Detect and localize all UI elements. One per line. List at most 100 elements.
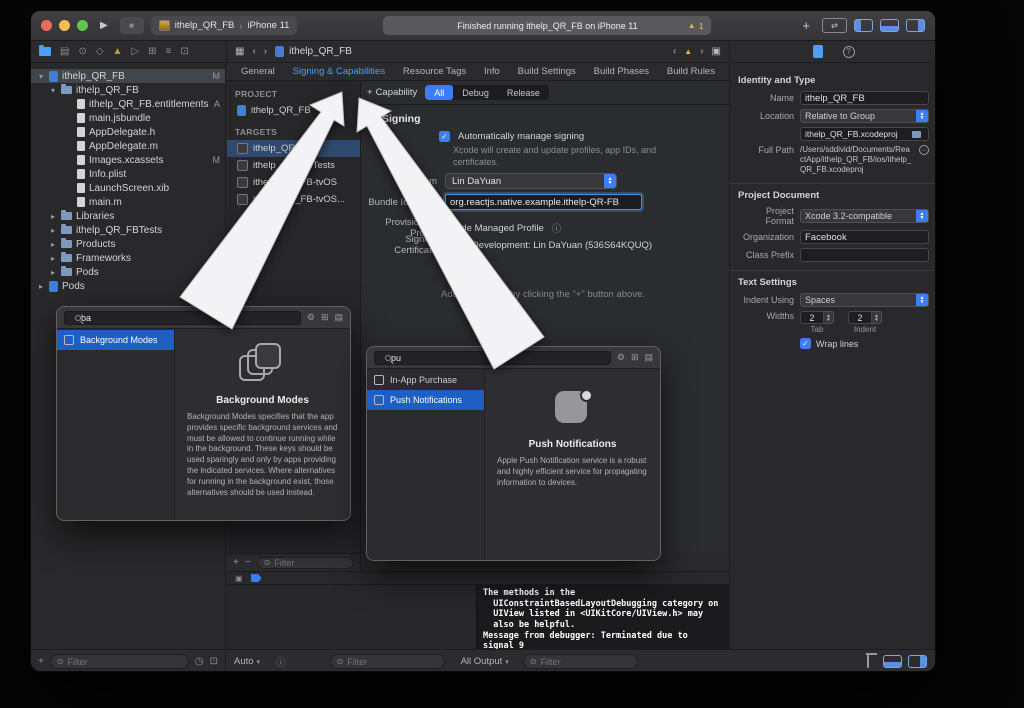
source-control-status-icon[interactable]: ⊡ xyxy=(210,656,218,667)
project-row[interactable]: ithelp_QR_FB xyxy=(227,102,360,119)
gear-icon[interactable]: ⚙ xyxy=(617,352,625,363)
signing-section-header[interactable]: ▾ Signing xyxy=(373,113,421,125)
folder-icon[interactable] xyxy=(912,130,921,138)
disclosure-open-icon[interactable]: ▾ xyxy=(37,72,45,81)
target-row[interactable]: ithelp_QR_FBTests xyxy=(227,157,360,174)
jumpbar-item[interactable]: ithelp_QR_FB xyxy=(275,46,352,57)
tree-row-folder[interactable]: ▸ Products xyxy=(31,237,225,251)
project-format-dropdown[interactable]: Xcode 3.2-compatible ▲ ▼ xyxy=(800,209,929,223)
project-navigator-icon[interactable] xyxy=(39,45,51,56)
capability-search-input[interactable] xyxy=(64,310,301,325)
info-icon[interactable]: ⓘ xyxy=(552,221,562,235)
location-dropdown[interactable]: Relative to Group ▲ ▼ xyxy=(800,109,929,123)
test-navigator-icon[interactable]: ▷ xyxy=(131,46,139,57)
tab-width-stepper[interactable]: 2 ▲ ▼ xyxy=(800,311,834,324)
disclosure-closed-icon[interactable]: ▸ xyxy=(49,240,57,249)
grid-view-icon[interactable]: ⊞ xyxy=(321,312,329,323)
navigator-filter-field[interactable]: ⊙ xyxy=(49,654,189,669)
tree-row-file[interactable]: AppDelegate.m xyxy=(31,139,225,153)
segment-debug[interactable]: Debug xyxy=(453,85,498,100)
toggle-console-view-button[interactable] xyxy=(908,655,927,668)
tab-build-rules[interactable]: Build Rules xyxy=(667,66,715,77)
prev-issue-button[interactable]: ‹ xyxy=(673,46,676,57)
issue-navigator-icon[interactable]: ▲ xyxy=(113,46,123,57)
team-dropdown[interactable]: Lin DaYuan ▲ ▼ xyxy=(445,173,617,189)
toggle-variables-view-button[interactable] xyxy=(883,655,902,668)
editor-arrows-icon[interactable]: ⇄ xyxy=(822,18,847,33)
tree-row-file[interactable]: AppDelegate.h xyxy=(31,125,225,139)
target-row[interactable]: ithelp_QR_FB-tvOS... xyxy=(227,191,360,208)
quick-help-icon[interactable]: ? xyxy=(842,45,855,58)
disclosure-closed-icon[interactable]: ▸ xyxy=(49,226,57,235)
tree-row-file[interactable]: main.m xyxy=(31,195,225,209)
editor-options-icon[interactable]: ▣ xyxy=(712,46,721,57)
capability-search-input[interactable] xyxy=(374,350,611,365)
tree-row-folder[interactable]: ▾ ithelp_QR_FB xyxy=(31,83,225,97)
forward-button[interactable]: › xyxy=(264,46,267,57)
console-output[interactable]: The methods in the UIConstraintBasedLayo… xyxy=(476,585,729,649)
toggle-navigator-button[interactable] xyxy=(854,19,873,32)
organization-field[interactable]: Facebook xyxy=(800,230,929,244)
toggle-debug-area-button[interactable] xyxy=(880,19,899,32)
target-row[interactable]: ithelp_QR_FB-tvOS xyxy=(227,174,360,191)
tab-build-settings[interactable]: Build Settings xyxy=(518,66,576,77)
disclosure-closed-icon[interactable]: ▸ xyxy=(49,254,57,263)
stop-button[interactable]: ■ xyxy=(119,17,144,34)
capability-item-in-app-purchase[interactable]: In-App Purchase xyxy=(367,370,484,390)
add-capability-button[interactable]: + Capability xyxy=(367,87,417,98)
console-filter-field[interactable]: ⊙ xyxy=(522,654,638,669)
tree-row-file[interactable]: ithelp_QR_FB.entitlements A xyxy=(31,97,225,111)
project-file-field[interactable]: ithelp_QR_FB.xcodeproj xyxy=(800,127,929,141)
report-navigator-icon[interactable]: ⊡ xyxy=(180,46,188,57)
debug-toggle-icon[interactable]: ▣ xyxy=(235,574,243,583)
remove-target-button[interactable]: − xyxy=(245,557,251,568)
variables-filter-field[interactable]: ⊙ xyxy=(329,654,445,669)
minimize-window-button[interactable] xyxy=(59,20,70,31)
tree-row-folder[interactable]: ▸ ithelp_QR_FBTests xyxy=(31,223,225,237)
tab-info[interactable]: Info xyxy=(484,66,500,77)
breakpoint-navigator-icon[interactable]: ≡ xyxy=(166,46,172,57)
capability-item-background-modes[interactable]: Background Modes xyxy=(57,330,174,350)
list-view-icon[interactable]: ▤ xyxy=(334,312,343,323)
add-target-button[interactable]: + xyxy=(233,557,239,568)
indent-using-dropdown[interactable]: Spaces ▲ ▼ xyxy=(800,293,929,307)
tree-row-folder[interactable]: ▸ Libraries xyxy=(31,209,225,223)
warning-badge[interactable]: ▲ 1 xyxy=(688,21,704,31)
symbol-navigator-icon[interactable]: ⊙ xyxy=(78,46,86,57)
tab-general[interactable]: General xyxy=(241,66,275,77)
bundle-id-input[interactable] xyxy=(445,194,642,210)
tree-row-file[interactable]: LaunchScreen.xib xyxy=(31,181,225,195)
tree-row-file[interactable]: main.jsbundle xyxy=(31,111,225,125)
wrap-lines-checkbox[interactable]: ✓ xyxy=(800,338,811,349)
clear-console-button[interactable] xyxy=(867,655,869,668)
tree-row-file[interactable]: Images.xcassets M xyxy=(31,153,225,167)
close-window-button[interactable] xyxy=(41,20,52,31)
disclosure-closed-icon[interactable]: ▸ xyxy=(49,212,57,221)
console-output-dropdown[interactable]: All Output ▾ xyxy=(461,656,509,667)
variables-filter-input[interactable] xyxy=(347,656,438,667)
next-issue-button[interactable]: › xyxy=(700,46,703,57)
tree-row-folder[interactable]: ▸ Pods xyxy=(31,265,225,279)
tree-row-pods-project[interactable]: ▸ Pods xyxy=(31,279,225,293)
tree-row-project-root[interactable]: ▾ ithelp_QR_FB M xyxy=(31,69,225,83)
console-filter-input[interactable] xyxy=(540,656,631,667)
add-editor-button[interactable]: + xyxy=(797,18,815,34)
disclosure-closed-icon[interactable]: ▸ xyxy=(37,282,45,291)
segment-all[interactable]: All xyxy=(425,85,454,100)
recent-files-icon[interactable]: ◷ xyxy=(195,656,204,667)
variables-info-icon[interactable]: ⓘ xyxy=(276,655,286,669)
tab-signing-capabilities[interactable]: Signing & Capabilities xyxy=(293,66,385,77)
toggle-inspector-button[interactable] xyxy=(906,19,925,32)
tab-build-phases[interactable]: Build Phases xyxy=(594,66,649,77)
editor-grid-icon[interactable]: ▦ xyxy=(235,46,244,57)
indent-width-stepper[interactable]: 2 ▲ ▼ xyxy=(848,311,882,324)
disclosure-closed-icon[interactable]: ▸ xyxy=(49,268,57,277)
debug-navigator-icon[interactable]: ⊞ xyxy=(148,46,156,57)
auto-variables-dropdown[interactable]: Auto ▾ xyxy=(234,656,260,667)
list-view-icon[interactable]: ▤ xyxy=(644,352,653,363)
breakpoint-arrow-icon[interactable] xyxy=(250,574,262,582)
tab-resource-tags[interactable]: Resource Tags xyxy=(403,66,466,77)
run-button[interactable]: ▶ xyxy=(95,18,113,34)
tree-row-file[interactable]: Info.plist xyxy=(31,167,225,181)
tree-row-folder[interactable]: ▸ Frameworks xyxy=(31,251,225,265)
